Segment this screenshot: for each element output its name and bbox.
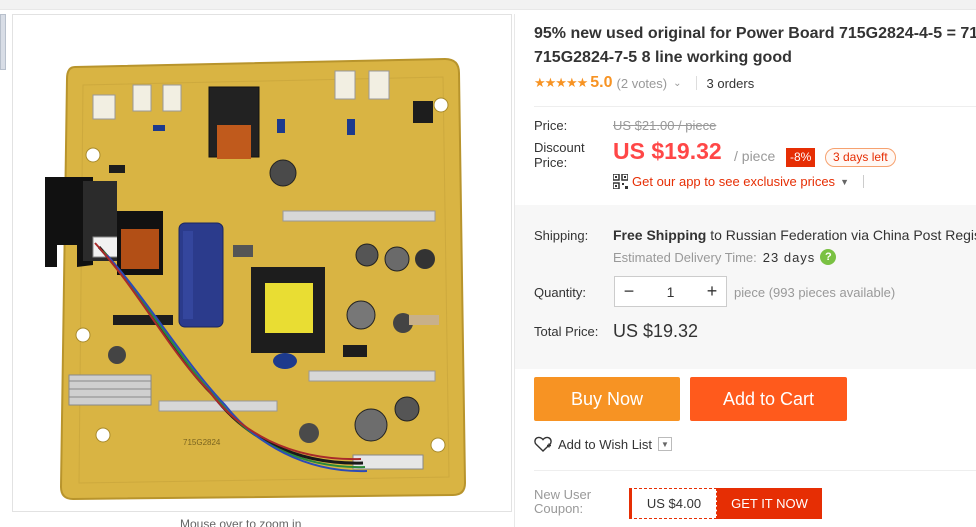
question-circle-icon[interactable]: ? <box>820 249 837 265</box>
discount-price: US $19.32 <box>613 138 722 164</box>
quantity-input[interactable]: 1 <box>643 284 698 300</box>
coupon-label-line-1: New User <box>534 487 592 502</box>
divider <box>862 175 864 188</box>
chevron-down-icon[interactable]: ▼ <box>657 437 672 451</box>
estimated-delivery: Estimated Delivery Time: 23 days ? <box>613 249 837 265</box>
coupon-label-line-2: Coupon: <box>534 501 584 516</box>
quantity-increase-button[interactable]: + <box>698 277 726 306</box>
heart-icon <box>534 436 552 452</box>
divider <box>534 106 976 107</box>
wish-list-label: Add to Wish List <box>558 436 652 452</box>
discount-label-line-1: Discount <box>534 140 585 155</box>
product-title: 95% new used original for Power Board 71… <box>534 22 976 70</box>
chevron-down-icon[interactable]: ⌄ <box>673 78 681 89</box>
quantity-label: Quantity: <box>534 285 587 300</box>
shipping-destination: to Russian Federation via China Post Reg… <box>706 227 976 243</box>
buy-now-button[interactable]: Buy Now <box>534 377 680 421</box>
product-image[interactable]: 715G2824 <box>12 14 512 512</box>
total-price-value: US $19.32 <box>613 321 699 341</box>
discount-badge: -8% <box>786 148 816 167</box>
svg-text:715G2824: 715G2824 <box>183 438 221 447</box>
per-piece-unit: / piece <box>734 148 776 164</box>
product-title-line-2: 715G2824-7-5 8 line working good <box>534 49 792 66</box>
zoom-hint: Mouse over to zoom in <box>180 517 302 527</box>
discount-label-line-2: Price: <box>534 155 568 170</box>
power-board-photo: 715G2824 <box>13 15 511 511</box>
quantity-decrease-button[interactable]: − <box>615 277 643 306</box>
thumbnail-edge[interactable] <box>0 14 6 70</box>
app-promo-link[interactable]: Get our app to see exclusive prices ▼ <box>613 174 864 189</box>
total-price-label: Total Price: <box>534 324 599 339</box>
free-shipping-text: Free Shipping <box>613 227 707 243</box>
estimated-delivery-label: Estimated Delivery Time: <box>613 249 757 265</box>
shipping-label: Shipping: <box>534 228 589 243</box>
app-promo-text: Get our app to see exclusive prices <box>632 174 836 189</box>
add-to-cart-button[interactable]: Add to Cart <box>690 377 847 421</box>
caret-down-icon: ▼ <box>840 176 849 187</box>
orders-count: 3 orders <box>706 75 755 91</box>
quantity-available: piece (993 pieces available) <box>734 285 896 300</box>
top-strip <box>0 0 976 10</box>
star-icon: ★★★★★ <box>534 75 588 90</box>
get-coupon-button[interactable]: GET IT NOW <box>717 488 822 519</box>
coupon-label: New User Coupon: <box>534 488 591 516</box>
discount-label: Discount Price: <box>534 140 585 170</box>
qr-code-icon <box>613 174 628 189</box>
estimated-delivery-value: 23 days <box>762 249 816 265</box>
new-user-coupon: US $4.00 GET IT NOW <box>629 488 822 519</box>
product-info: 95% new used original for Power Board 71… <box>514 14 976 527</box>
shipping-method[interactable]: Free Shipping to Russian Federation via … <box>613 227 976 243</box>
price-label: Price: <box>534 118 568 133</box>
divider <box>534 470 976 471</box>
votes-link[interactable]: (2 votes) <box>617 76 668 91</box>
days-left-badge: 3 days left <box>825 148 896 167</box>
original-price: US $21.00 / piece <box>613 118 717 133</box>
quantity-stepper: − 1 + <box>614 276 727 307</box>
divider <box>695 76 697 90</box>
coupon-value: US $4.00 <box>629 488 717 519</box>
add-to-wish-list[interactable]: Add to Wish List ▼ <box>534 436 672 452</box>
rating-row: ★★★★★ 5.0 (2 votes) ⌄ 3 orders <box>534 73 754 93</box>
rating-value: 5.0 <box>590 74 613 91</box>
product-title-line-1: 95% new used original for Power Board 71… <box>534 25 976 42</box>
